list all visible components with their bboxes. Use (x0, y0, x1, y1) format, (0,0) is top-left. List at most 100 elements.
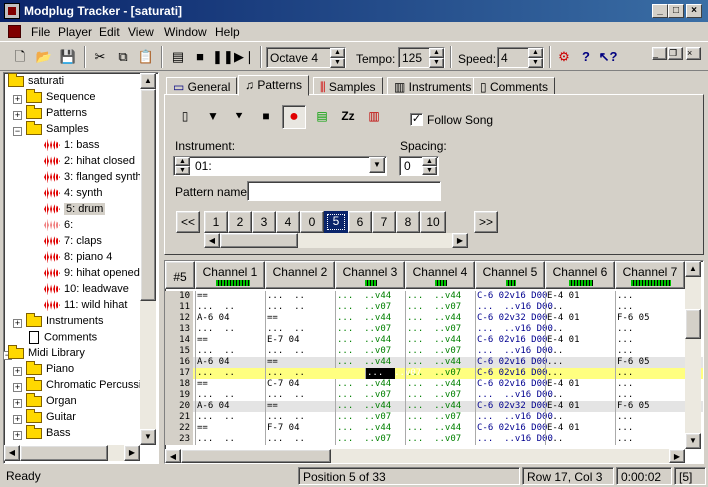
speed-spinner[interactable]: 4 ▲ ▼ (497, 47, 544, 68)
spacing-up-button[interactable]: ▲ (422, 157, 437, 166)
midi-record-icon[interactable]: ⚙ (554, 47, 574, 67)
collapse-icon[interactable]: − (13, 127, 22, 136)
pattern-cell[interactable]: E-4 01 (545, 423, 615, 434)
pattern-name-input[interactable] (247, 181, 441, 201)
tree-item-comments[interactable]: Comments (26, 331, 97, 347)
app-icon[interactable] (4, 3, 20, 19)
pattern-cell[interactable]: ... ..v44 (335, 357, 405, 368)
pattern-cell[interactable]: == (265, 401, 335, 412)
pattern-cell[interactable]: ... ..v07 (405, 324, 475, 335)
pattern-cell[interactable]: ... (615, 346, 685, 357)
tempo-up-button[interactable]: ▲ (429, 48, 444, 58)
spacing-down-button[interactable]: ▼ (422, 166, 437, 175)
scroll-up-button[interactable]: ▲ (685, 261, 701, 277)
menu-window[interactable]: Window (164, 25, 207, 39)
menu-file[interactable]: File (31, 25, 50, 39)
instrument-up-button[interactable]: ▲ (175, 157, 190, 166)
stop-icon[interactable]: ■ (190, 47, 210, 67)
pattern-cell[interactable]: ... .. (265, 390, 335, 401)
copy-icon[interactable]: ⧉ (113, 47, 133, 67)
pattern-row[interactable]: 22 == F-7 04... ..v44... ..v44 C-6 02v16 D0… (165, 423, 703, 434)
pattern-cell[interactable]: A-6 04 (195, 401, 265, 412)
scroll-right-button[interactable]: ▶ (452, 233, 468, 248)
scroll-right-button[interactable]: ▶ (669, 449, 685, 463)
document-icon[interactable] (8, 25, 21, 38)
pattern-cell[interactable]: ... ..v07 (335, 412, 405, 423)
tree-view[interactable]: saturati + Sequence + Patterns − Samples… (3, 72, 159, 464)
pattern-cell[interactable]: ... ..v44 (405, 335, 475, 346)
pattern-cell[interactable]: ... ..v07 (405, 346, 475, 357)
pattern-vscrollbar[interactable]: ▲ ▼ (685, 261, 701, 449)
pattern-cell[interactable]: E-7 04 (265, 335, 335, 346)
scroll-thumb[interactable] (220, 233, 298, 248)
scroll-thumb[interactable] (20, 445, 108, 461)
pattern-cell[interactable]: E-4 01 (545, 335, 615, 346)
speed-up-button[interactable]: ▲ (528, 48, 543, 58)
pattern-cell[interactable]: A-6 04 (195, 313, 265, 324)
pattern-cell[interactable]: ... ..v07 (335, 346, 405, 357)
pattern-cell[interactable]: ... ..v44 (335, 401, 405, 412)
pattern-row[interactable]: 12 A-6 04 ==... ..v44... ..v44 C-6 02v32 D0… (165, 313, 703, 324)
pattern-row[interactable]: 13... ..... ..... ..v07... ..v07... ..v1… (165, 324, 703, 335)
pattern-cell[interactable]: ... (545, 357, 615, 368)
next-instrument-icon[interactable]: ⯆ (227, 105, 251, 129)
pattern-cell[interactable]: ... .. (195, 368, 265, 379)
sample-item[interactable]: 6: (44, 219, 73, 235)
scroll-up-button[interactable]: ▲ (140, 73, 156, 89)
pattern-cell[interactable]: ... .. (195, 346, 265, 357)
seq-order-4[interactable]: 4 (276, 211, 300, 233)
dropdown-arrow-icon[interactable]: ▼ (369, 157, 385, 173)
pattern-cell[interactable]: C-6 02v16 D00 (475, 335, 547, 346)
pattern-cell[interactable]: C-6 02v16 D00 (475, 357, 547, 368)
sample-item[interactable]: 3: flanged synth (44, 171, 142, 187)
tree-vscrollbar[interactable]: ▲ ▼ (140, 73, 156, 445)
pattern-cell[interactable]: ... ..v44 (405, 401, 475, 412)
pattern-cell[interactable]: ... (545, 346, 615, 357)
sample-item[interactable]: 7: claps (44, 235, 102, 251)
menu-player[interactable]: Player (58, 25, 92, 39)
tab-comments[interactable]: ▯ Comments (473, 77, 555, 95)
scroll-left-button[interactable]: ◀ (204, 233, 220, 248)
title-bar[interactable]: Modplug Tracker - [saturati] _ □ × (0, 0, 708, 22)
help-icon[interactable]: ? (576, 47, 596, 67)
sample-item[interactable]: 11: wild hihat (44, 299, 127, 315)
pattern-cell[interactable]: A-6 04 (195, 357, 265, 368)
pattern-cell[interactable]: E-4 01 (545, 379, 615, 390)
pattern-cell[interactable]: C-6 02v32 D00 (475, 313, 547, 324)
pattern-cell[interactable]: ... .. (265, 324, 335, 335)
pattern-cell[interactable]: ... ..v44 (405, 423, 475, 434)
seq-prev-button[interactable]: << (176, 211, 200, 233)
play-pattern-icon[interactable]: ▤ (168, 47, 188, 67)
expand-icon[interactable]: + (13, 319, 22, 328)
pattern-row[interactable]: 23... ..... ..... ..v07... ..v07... ..v1… (165, 434, 703, 445)
pattern-cell[interactable]: ... ..v07 (405, 368, 475, 379)
scroll-right-button[interactable]: ▶ (124, 445, 140, 461)
tab-instruments[interactable]: ▥ Instruments (387, 77, 479, 95)
expand-icon[interactable]: + (13, 367, 22, 376)
pattern-cell[interactable]: ... .. (195, 390, 265, 401)
expand-icon[interactable]: + (13, 399, 22, 408)
channel-manager-icon[interactable]: ▥ (362, 105, 386, 129)
maximize-button[interactable]: □ (668, 4, 684, 18)
tab-general[interactable]: ▭ General (166, 77, 238, 95)
channel-header-7[interactable]: Channel 7 (615, 261, 685, 289)
pattern-row[interactable]: 14 == E-7 04... ..v44... ..v44 C-6 02v16 D0… (165, 335, 703, 346)
instrument-down-button[interactable]: ▼ (175, 166, 190, 175)
pattern-cell[interactable]: ... .. (265, 368, 335, 379)
pattern-row[interactable]: 20 A-6 04 ==... ..v44... ..v44 C-6 02v32 D0… (165, 401, 703, 412)
pattern-cell[interactable]: ... (615, 434, 685, 445)
pattern-cell[interactable]: ... ..v44 (405, 291, 475, 302)
pattern-cell[interactable]: ... ..v16 D00 (475, 412, 553, 423)
tree-root[interactable]: saturati (8, 72, 64, 91)
sample-item[interactable]: 4: synth (44, 187, 103, 203)
menu-view[interactable]: View (128, 25, 154, 39)
vu-meter-icon[interactable]: ▤ (310, 105, 334, 129)
pattern-cell[interactable]: ... ..v07 (335, 390, 405, 401)
pattern-properties-icon[interactable]: ▯ (173, 105, 197, 129)
pattern-row[interactable]: 15... ..... ..... ..v07... ..v07... ..v1… (165, 346, 703, 357)
expand-icon[interactable]: + (13, 383, 22, 392)
channel-header-3[interactable]: Channel 3 (335, 261, 405, 289)
pattern-cell[interactable]: == (195, 335, 265, 346)
pattern-row[interactable]: 16 A-6 04 ==... ..v44... ..v44 C-6 02v16 D0… (165, 357, 703, 368)
tree-item-sequence[interactable]: Sequence (26, 88, 96, 107)
